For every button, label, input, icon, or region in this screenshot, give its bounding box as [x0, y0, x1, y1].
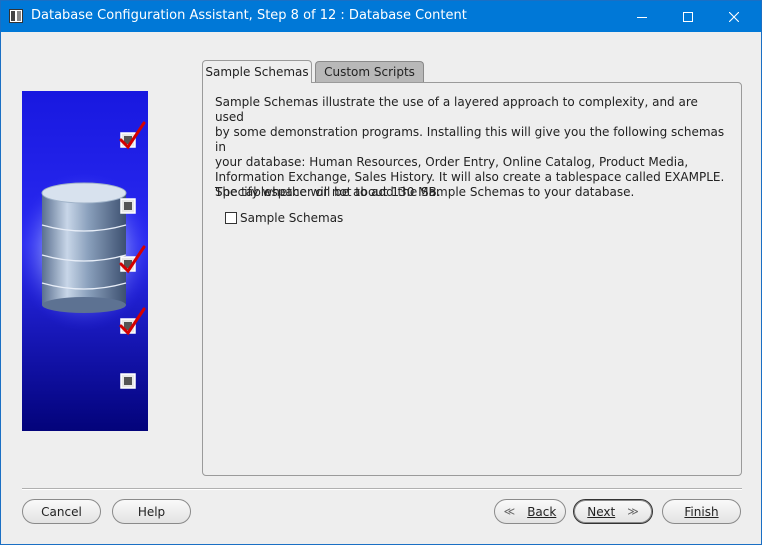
- tab-sample-schemas[interactable]: Sample Schemas: [202, 60, 312, 83]
- minimize-icon: [637, 16, 647, 18]
- close-icon: [729, 11, 739, 22]
- sample-schemas-checkbox[interactable]: [225, 212, 237, 224]
- tab-custom-scripts[interactable]: Custom Scripts: [315, 61, 424, 82]
- cancel-button[interactable]: Cancel: [22, 499, 101, 524]
- minimize-button[interactable]: [619, 1, 665, 32]
- help-button[interactable]: Help: [112, 499, 191, 524]
- title-bar[interactable]: Database Configuration Assistant, Step 8…: [1, 1, 761, 32]
- specify-instruction: Specify whether or not to add the Sample…: [215, 185, 635, 199]
- maximize-icon: [683, 11, 693, 22]
- back-button-label: Back: [527, 504, 557, 519]
- help-button-label: Help: [137, 504, 166, 519]
- database-illustration: [22, 91, 148, 431]
- finish-button[interactable]: Finish: [662, 499, 741, 524]
- cancel-button-label: Cancel: [41, 504, 82, 519]
- back-button[interactable]: ≪ Back: [494, 499, 566, 524]
- close-button[interactable]: [711, 1, 757, 32]
- back-arrow-icon: ≪: [503, 505, 516, 518]
- window-title: Database Configuration Assistant, Step 8…: [31, 8, 467, 23]
- footer-divider: [22, 488, 742, 490]
- sample-schemas-checkbox-row[interactable]: Sample Schemas: [225, 211, 343, 225]
- dialog-window: Database Configuration Assistant, Step 8…: [0, 0, 762, 545]
- dialog-content: Sample Schemas Custom Scripts Sample Sch…: [1, 32, 761, 544]
- checklist-item-2: [120, 198, 136, 214]
- sample-schemas-panel: Sample Schemas illustrate the use of a l…: [202, 82, 742, 476]
- next-button-label: Next: [587, 504, 616, 519]
- finish-button-label: Finish: [684, 504, 719, 519]
- sample-schemas-checkbox-label[interactable]: Sample Schemas: [240, 211, 343, 225]
- next-arrow-icon: ≫: [627, 505, 639, 518]
- app-icon: [9, 9, 23, 23]
- maximize-button[interactable]: [665, 1, 711, 32]
- checklist-item-5: [120, 373, 136, 389]
- next-button[interactable]: Next ≫: [573, 499, 653, 524]
